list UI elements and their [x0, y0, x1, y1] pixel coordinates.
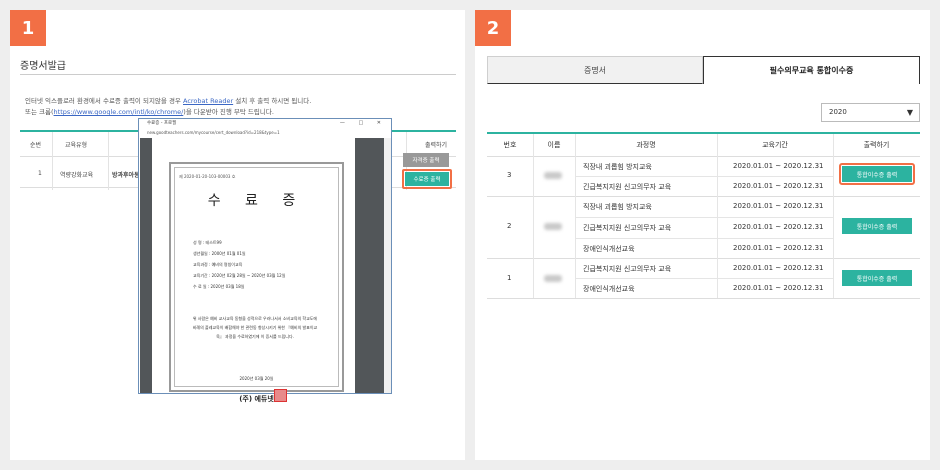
- certificate-number: 제 2020-01-20-103-00003 호: [179, 174, 236, 179]
- course-name: 장애인식개선교육: [583, 285, 635, 293]
- row-type: 역량강화교육: [60, 172, 94, 179]
- acrobat-reader-link[interactable]: Acrobat Reader: [183, 97, 233, 105]
- step2-panel: 2 증명서 필수의무교육 통합이수증 2020 ▼ 번호 이름 과정명 교육기간…: [475, 10, 930, 460]
- course-name: 직장내 괴롭힘 방지교육: [583, 163, 652, 171]
- col-header-no: 번호: [503, 141, 517, 149]
- step-badge-2: 2: [475, 10, 511, 46]
- blurred-name: [544, 172, 562, 179]
- col-header-course: 과정명: [636, 141, 656, 149]
- cert-field-period: 교육기간 : 2020년 02월 28일 ~ 2020년 03월 12일: [193, 273, 286, 278]
- notice-line1-post: 설치 후 출력 하시면 됩니다.: [235, 97, 312, 105]
- course-period: 2020.01.01 ~ 2020.12.31: [733, 202, 824, 210]
- course-period: 2020.01.01 ~ 2020.12.31: [733, 162, 824, 170]
- scrollbar[interactable]: [384, 138, 391, 393]
- year-value: 2020: [829, 108, 847, 116]
- col-divider: [533, 134, 534, 298]
- group-divider: [487, 196, 920, 197]
- cert-field-birth: 생년월일 : 2000년 01월 01일: [193, 251, 246, 256]
- course-period: 2020.01.01 ~ 2020.12.31: [733, 182, 824, 190]
- row-divider: [575, 278, 833, 279]
- certificate-date: 2020년 03월 20일: [239, 376, 274, 381]
- col-divider: [717, 134, 718, 298]
- group-divider: [487, 298, 920, 299]
- notice-line2-post: )을 다운받아 진행 부탁 드립니다.: [183, 108, 274, 116]
- course-name: 긴급복지지원 신고의무자 교육: [583, 183, 672, 191]
- row-no: 3: [507, 171, 512, 179]
- highlight-box: [839, 163, 915, 185]
- cert-field-completion: 수 료 일 : 2020년 03월 18일: [193, 284, 245, 289]
- integrated-certificate-print-button[interactable]: 통합이수증 출력: [842, 218, 912, 234]
- certificate-title: 수 료 증: [207, 193, 306, 209]
- year-select[interactable]: 2020 ▼: [821, 103, 920, 122]
- course-period: 2020.01.01 ~ 2020.12.31: [733, 284, 824, 292]
- row-no: 2: [507, 222, 512, 230]
- col-header-period: 교육기간: [762, 141, 788, 149]
- col-header-name: 이름: [547, 141, 561, 149]
- certificate-popup-window: 수료증 - 프로필 — □ ✕ new.goodteachers.com/myc…: [138, 118, 392, 403]
- col-divider: [575, 134, 576, 298]
- chevron-down-icon: ▼: [906, 108, 913, 117]
- tab-required-education[interactable]: 필수의무교육 통합이수증: [703, 56, 920, 84]
- row-no: 1: [507, 274, 512, 282]
- tab-certificate[interactable]: 증명서: [487, 56, 703, 84]
- pdf-viewer: 제 2020-01-20-103-00003 호 수 료 증 성 명 : 테스트…: [140, 138, 391, 403]
- col-header-no: 순번: [30, 142, 42, 149]
- course-period: 2020.01.01 ~ 2020.12.31: [733, 223, 824, 231]
- row-divider: [575, 176, 833, 177]
- col-header-print: 출력하기: [863, 141, 890, 149]
- integrated-certificate-print-button[interactable]: 통합이수증 출력: [842, 270, 912, 286]
- blurred-name: [544, 223, 562, 230]
- window-controls[interactable]: — □ ✕: [340, 120, 387, 126]
- highlight-box: [402, 169, 452, 189]
- certificate-body: 위 사람은 예비 교사교육 동형을 성적으로 우러나서서 소비교육의 학교도에 …: [192, 316, 318, 339]
- cert-field-name: 성 명 : 테스트99: [193, 240, 222, 245]
- cert-field-course: 교육과정 : 예비의 명칭이교육: [193, 262, 243, 267]
- popup-url: new.goodteachers.com/mycourse/cert_downl…: [147, 130, 280, 135]
- step1-panel: 1 증명서발급 인터넷 익스플로러 환경에서 수료증 출력이 되지않을 경우 A…: [10, 10, 465, 460]
- step-badge-1: 1: [10, 10, 46, 46]
- education-table: 번호 이름 과정명 교육기간 출력하기 3 직장내 괴롭힘 방지교육 2020.…: [487, 132, 920, 299]
- col-divider: [108, 132, 109, 190]
- col-divider: [833, 134, 834, 298]
- col-divider: [52, 132, 53, 190]
- course-name: 긴급복지지원 신고의무자 교육: [583, 265, 672, 273]
- group-divider: [487, 258, 920, 259]
- course-period: 2020.01.01 ~ 2020.12.31: [733, 244, 824, 252]
- section-title: 증명서발급: [20, 61, 66, 72]
- tab-bar: 증명서 필수의무교육 통합이수증: [487, 56, 920, 84]
- divider: [20, 74, 456, 75]
- chrome-download-link[interactable]: https://www.google.com/intl/ko/chrome/: [54, 108, 184, 116]
- notice-text: 인터넷 익스플로러 환경에서 수료증 출력이 되지않을 경우 Acrobat R…: [25, 96, 455, 118]
- row-divider: [575, 238, 833, 239]
- notice-line1-pre: 인터넷 익스플로러 환경에서 수료증 출력이 되지않을 경우: [25, 97, 181, 105]
- row-divider: [575, 217, 833, 218]
- course-period: 2020.01.01 ~ 2020.12.31: [733, 264, 824, 272]
- course-name: 직장내 괴롭힘 방지교육: [583, 203, 652, 211]
- notice-line2-pre: 또는 크롬(: [25, 108, 54, 116]
- col-header-print: 출력하기: [425, 142, 448, 149]
- certificate-frame: 제 2020-01-20-103-00003 호 수 료 증 성 명 : 테스트…: [169, 162, 344, 403]
- header-divider: [487, 156, 920, 157]
- course-name: 긴급복지지원 신고의무자 교육: [583, 224, 672, 232]
- qualification-print-button[interactable]: 자격증 출력: [403, 153, 449, 167]
- course-name: 장애인식개선교육: [583, 245, 635, 253]
- col-header-type: 교육유형: [65, 142, 88, 149]
- seal-stamp: [274, 389, 287, 402]
- blurred-name: [544, 275, 562, 282]
- certificate-org: (주) 에듀넷: [239, 395, 274, 403]
- row-no: 1: [38, 170, 42, 177]
